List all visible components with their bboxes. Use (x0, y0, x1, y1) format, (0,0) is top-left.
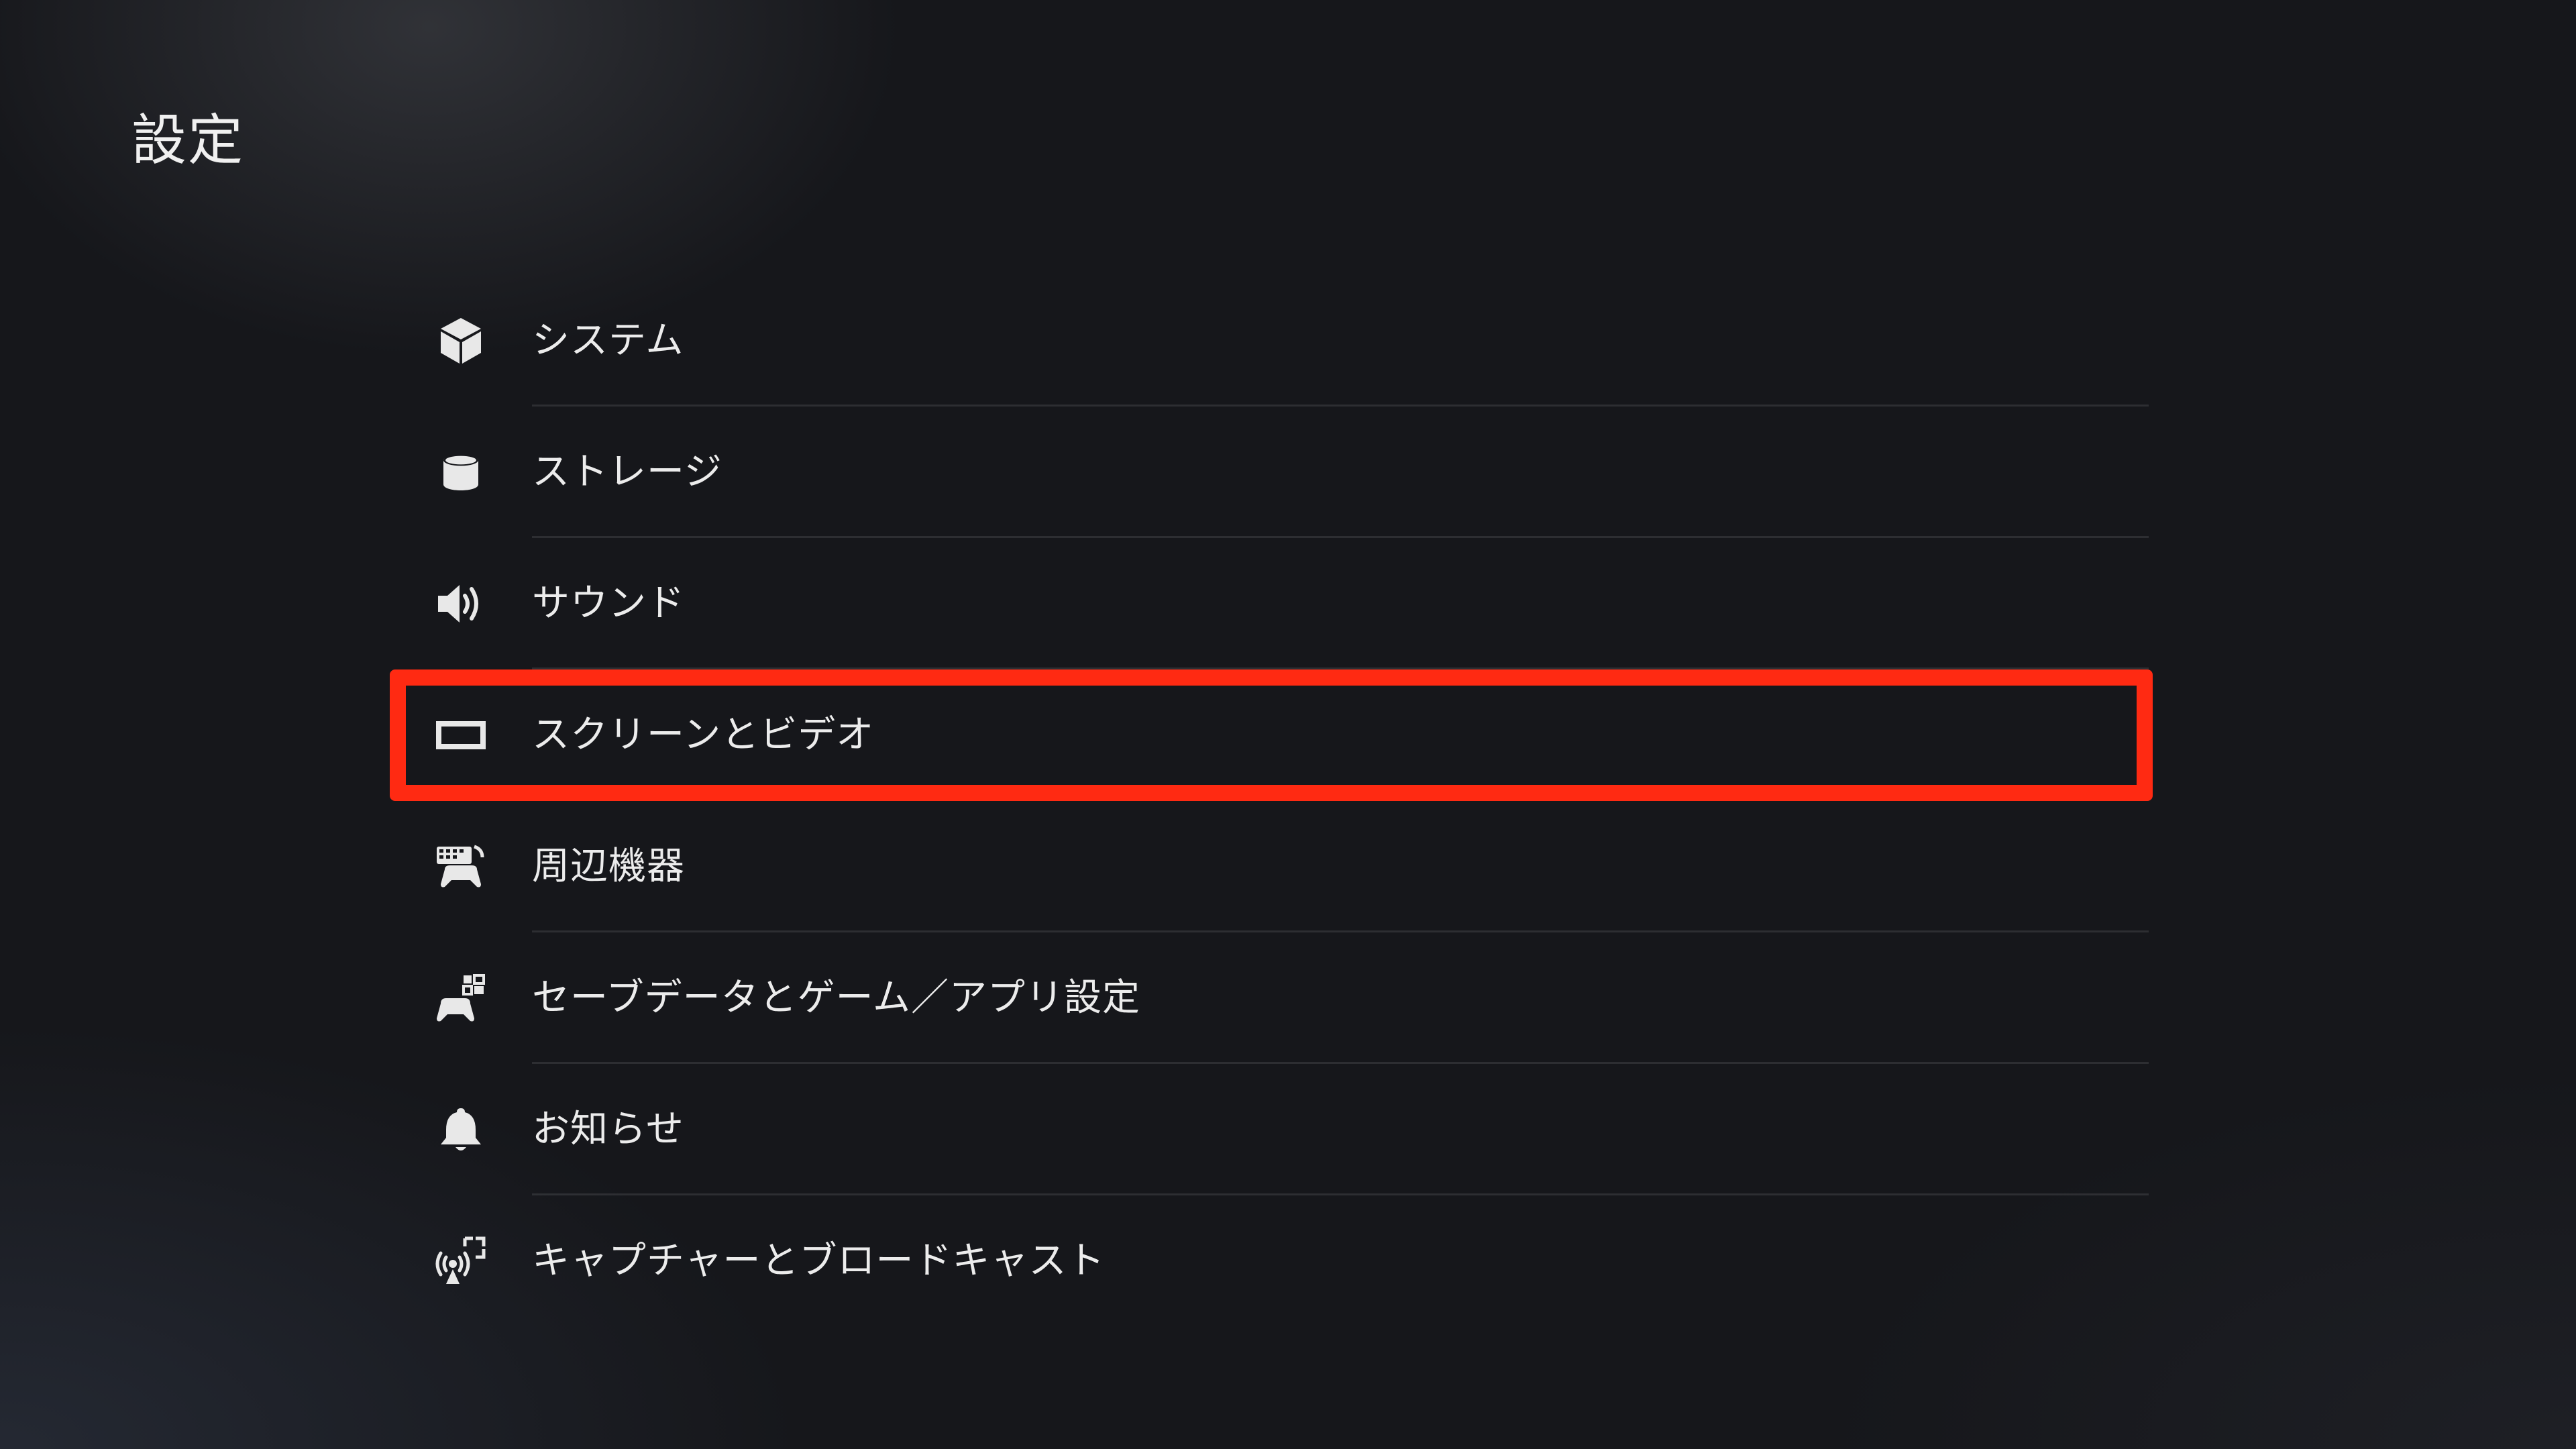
menu-item-notifications[interactable]: お知らせ (394, 1064, 2149, 1195)
menu-item-label: お知らせ (532, 1108, 684, 1151)
menu-item-accessories[interactable]: 周辺機器 (394, 801, 2149, 932)
bell-icon (434, 1103, 488, 1157)
menu-item-captures-and-broadcasts[interactable]: キャプチャーとブロードキャスト (394, 1195, 2149, 1327)
controller-grid-icon (434, 971, 488, 1025)
menu-item-system[interactable]: システム (394, 275, 2149, 407)
menu-item-label: システム (532, 319, 684, 362)
screen-icon (434, 708, 488, 762)
menu-item-label: セーブデータとゲーム／アプリ設定 (532, 976, 1140, 1020)
cube-icon (434, 314, 488, 368)
menu-item-storage[interactable]: ストレージ (394, 407, 2149, 538)
settings-menu: システム ストレージ サウンド スクリーンとビデオ 周辺機器 セーブデータとゲー… (390, 275, 2153, 1327)
menu-item-screen-and-video[interactable]: スクリーンとビデオ (390, 669, 2153, 801)
broadcast-icon (434, 1234, 488, 1288)
menu-item-label: キャプチャーとブロードキャスト (532, 1239, 1106, 1283)
speaker-icon (434, 577, 488, 631)
menu-item-label: サウンド (532, 582, 685, 625)
storage-cylinder-icon (434, 445, 488, 499)
menu-item-sound[interactable]: サウンド (394, 538, 2149, 669)
menu-item-label: スクリーンとビデオ (532, 713, 875, 757)
page-title: 設定 (131, 109, 245, 172)
menu-item-label: 周辺機器 (532, 845, 685, 888)
keyboard-controller-icon (434, 840, 488, 894)
menu-item-saved-data-and-game-app-settings[interactable]: セーブデータとゲーム／アプリ設定 (394, 932, 2149, 1064)
menu-item-label: ストレージ (532, 450, 722, 494)
